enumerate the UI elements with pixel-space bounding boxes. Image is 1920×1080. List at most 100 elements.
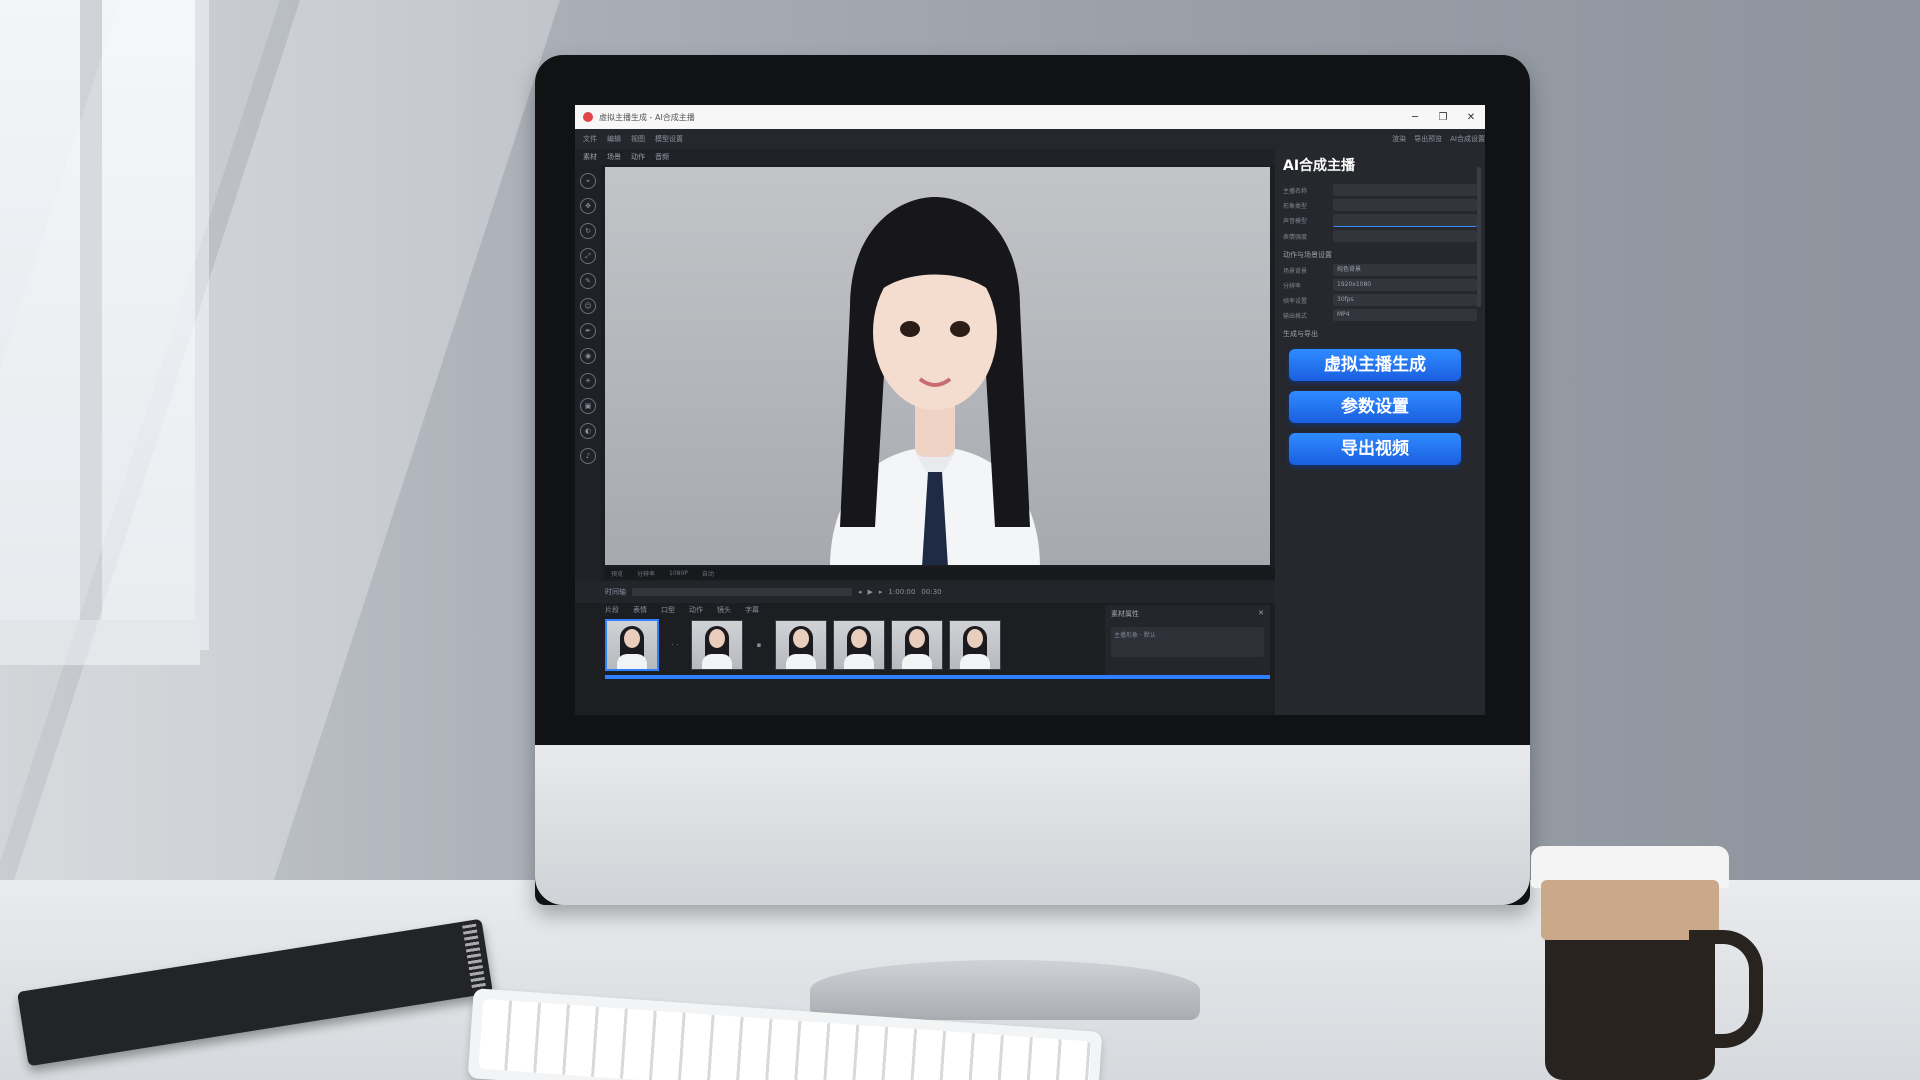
app-window: 虚拟主播生成 - AI合成主播 ─ ❐ ✕ 文件 编辑 视图 模型设置 渲染 导… (575, 105, 1485, 715)
panel-title: AI合成主播 (1283, 158, 1356, 174)
tab-audio[interactable]: 音频 (655, 152, 669, 162)
tab-scene[interactable]: 场景 (607, 152, 621, 162)
track-label[interactable]: 字幕 (745, 605, 759, 615)
anchor-name-input[interactable] (1333, 184, 1477, 196)
field-label: 主播名称 (1283, 187, 1308, 195)
field-row: 主播名称 (1283, 184, 1477, 196)
menu-view[interactable]: 视图 (631, 134, 645, 144)
clip-panel-close-icon[interactable]: ✕ (1258, 609, 1264, 619)
playback-bar: 时间轴 ◂ ▶ ▸ 1:00:00 00:30 (575, 581, 1305, 603)
field-label: 帧率设置 (1283, 297, 1308, 305)
play-icon[interactable]: ▶ (868, 588, 873, 596)
render-button[interactable]: 渲染 (1392, 134, 1406, 144)
field-row: 表情强度 (1283, 230, 1477, 242)
timeline-label: 时间轴 (605, 588, 626, 596)
notebook-spiral (462, 923, 487, 991)
title-bar: 虚拟主播生成 - AI合成主播 ─ ❐ ✕ (575, 105, 1485, 129)
voice-model-select[interactable] (1333, 214, 1477, 227)
section-heading: 动作与场景设置 (1283, 251, 1332, 259)
brush-icon[interactable]: ✎ (580, 273, 596, 289)
playhead-progress (605, 675, 1270, 679)
framerate-select[interactable]: 30fps (1333, 294, 1477, 306)
field-label: 声音模型 (1283, 218, 1308, 225)
menu-model[interactable]: 模型设置 (655, 134, 683, 144)
menu-edit[interactable]: 编辑 (607, 134, 621, 144)
move-icon[interactable]: ✥ (580, 198, 596, 214)
avatar-eye-right (950, 321, 970, 337)
pen-icon[interactable]: ✒ (580, 323, 596, 339)
clip-panel-title: 素材属性 (1111, 610, 1139, 618)
app-logo-icon (583, 112, 593, 122)
maximize-button[interactable]: ❐ (1429, 112, 1457, 123)
field-row: 输出格式 MP4 (1283, 309, 1477, 321)
timecode: 1:00:00 (888, 588, 916, 596)
select-icon[interactable]: ⌖ (580, 173, 596, 189)
cup-handle (1689, 930, 1763, 1048)
tab-motion[interactable]: 动作 (631, 152, 645, 162)
field-label: 分辨率 (1283, 282, 1302, 290)
sub-tabs: 素材 场景 动作 音频 (575, 149, 1283, 165)
resolution-input[interactable]: 1920x1080 (1333, 279, 1477, 291)
generate-anchor-button[interactable]: 虚拟主播生成 (1289, 349, 1461, 381)
field-row: 帧率设置 30fps (1283, 294, 1477, 306)
tool-strip: ⌖ ✥ ↻ ⤢ ✎ ☺ ✒ ◉ ☀ ▣ ◐ ♪ (575, 165, 601, 585)
clip-gap: · · (671, 641, 679, 649)
ai-settings-button[interactable]: AI合成设置 (1450, 134, 1485, 144)
eye-icon[interactable]: ◉ (580, 348, 596, 364)
track-label[interactable]: 口型 (661, 605, 675, 615)
field-label: 表情强度 (1283, 233, 1308, 241)
menu-file[interactable]: 文件 (583, 134, 597, 144)
scale-icon[interactable]: ⤢ (580, 248, 596, 264)
section-heading: 生成与导出 (1283, 330, 1318, 338)
avatar-eye-left (900, 321, 920, 337)
expression-strength-slider[interactable] (1333, 230, 1477, 242)
camera-icon[interactable]: ▣ (580, 398, 596, 414)
track-label[interactable]: 动作 (689, 605, 703, 615)
audio-icon[interactable]: ♪ (580, 448, 596, 464)
avatar-type-input[interactable] (1333, 199, 1477, 211)
export-video-button[interactable]: 导出视频 (1289, 433, 1461, 465)
track-label[interactable]: 表情 (633, 605, 647, 615)
preview-viewport[interactable] (605, 167, 1270, 565)
prev-frame-icon[interactable]: ◂ (858, 588, 862, 596)
clip-thumbnail[interactable] (891, 620, 943, 670)
clip-thumbnail[interactable] (775, 620, 827, 670)
panel-scrollbar[interactable] (1477, 167, 1481, 307)
clip-thumbnail[interactable] (691, 620, 743, 670)
field-label: 输出格式 (1283, 312, 1308, 320)
output-format-select[interactable]: MP4 (1333, 309, 1477, 321)
field-row: 声音模型 (1283, 214, 1477, 227)
close-button[interactable]: ✕ (1457, 112, 1485, 123)
track-label[interactable]: 片段 (605, 605, 619, 615)
window-title: 虚拟主播生成 - AI合成主播 (599, 112, 695, 122)
field-label: 形象类型 (1283, 202, 1308, 210)
field-row: 分辨率 1920x1080 (1283, 279, 1477, 291)
clip-property-row[interactable]: 主播形象 · 默认 (1111, 627, 1264, 657)
menu-bar: 文件 编辑 视图 模型设置 渲染 导出预览 AI合成设置 (575, 129, 1485, 149)
viewport-status-label: 自动 (701, 570, 714, 578)
monitor-stand-base (810, 960, 1200, 1020)
duration: 00:30 (921, 588, 942, 596)
field-row: 场景背景 纯色背景 (1283, 264, 1477, 276)
mask-icon[interactable]: ◐ (580, 423, 596, 439)
timeline-scrubber[interactable] (632, 588, 852, 596)
scene-background-select[interactable]: 纯色背景 (1333, 264, 1477, 276)
parameter-settings-button[interactable]: 参数设置 (1289, 391, 1461, 423)
next-frame-icon[interactable]: ▸ (879, 588, 883, 596)
track-label[interactable]: 镜头 (717, 605, 731, 615)
viewport-status: 预览 分辨率 1080P 自动 (605, 567, 1276, 579)
clip-thumbnail[interactable] (833, 620, 885, 670)
clip-thumbnail[interactable] (605, 619, 659, 671)
field-row: 形象类型 (1283, 199, 1477, 211)
viewport-status-label: 预览 (611, 570, 624, 578)
tab-assets[interactable]: 素材 (583, 152, 597, 162)
clip-thumbnail[interactable] (949, 620, 1001, 670)
track-labels: 片段 表情 口型 动作 镜头 字幕 (605, 605, 759, 615)
rotate-icon[interactable]: ↻ (580, 223, 596, 239)
clip-gap: ▪ (756, 641, 762, 649)
desk-scene: 虚拟主播生成 - AI合成主播 ─ ❐ ✕ 文件 编辑 视图 模型设置 渲染 导… (0, 0, 1920, 1080)
face-icon[interactable]: ☺ (580, 298, 596, 314)
export-preview-button[interactable]: 导出预览 (1414, 134, 1442, 144)
minimize-button[interactable]: ─ (1401, 112, 1429, 123)
light-icon[interactable]: ☀ (580, 373, 596, 389)
